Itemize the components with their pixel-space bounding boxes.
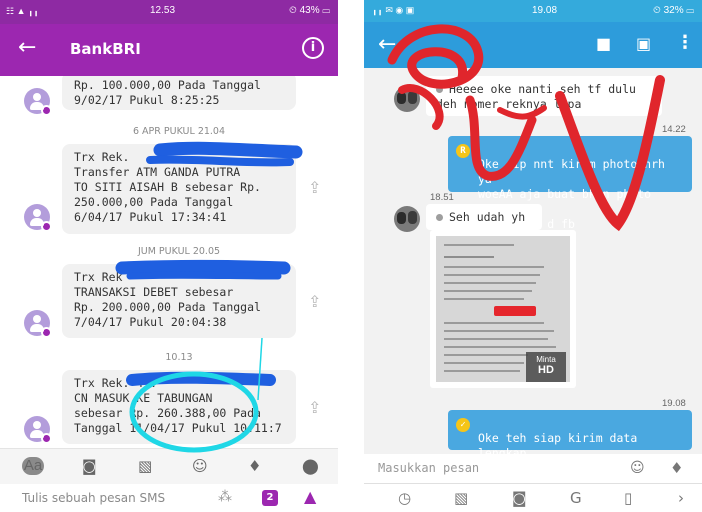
sms-badge-icon xyxy=(41,433,52,444)
message-input-bar: Masukkan pesan ☺ ♦ xyxy=(364,454,702,484)
contact-card-icon[interactable]: ▣ xyxy=(636,34,651,53)
emoji-add-icon[interactable]: ☺ xyxy=(630,460,645,476)
status-time: 19.08 xyxy=(532,5,558,16)
status-battery: ⏲ 32% ▭ xyxy=(653,5,694,16)
google-icon[interactable]: G xyxy=(570,489,582,507)
message-text: Heeee oke nanti seh tf dulu deh nomer re… xyxy=(436,82,636,111)
message-text: Oke teh siap kirim data lengkap nga yah xyxy=(478,431,638,454)
avatar[interactable] xyxy=(394,206,420,232)
app-bar: ← ■ ▣ ⋮ xyxy=(364,22,702,68)
status-bar: ╻╻ ✉ ◉ ▣ 19.08 ⏲ 32% ▭ xyxy=(364,0,702,22)
read-receipt-icon: R xyxy=(456,144,470,158)
more-menu-icon[interactable]: ⋮ xyxy=(676,32,694,53)
status-icons: ☷ ▲ ╻╻ xyxy=(6,6,39,16)
text-format-icon[interactable]: Aa xyxy=(22,457,44,475)
avatar[interactable] xyxy=(24,204,52,232)
message-timestamp: 6 APR PUKUL 21.04 xyxy=(132,126,226,137)
message-bubble[interactable]: Trx Rek TRANSAKSI DEBET sebesar Rp. 200.… xyxy=(62,264,296,338)
arrow-left-icon[interactable]: ← xyxy=(18,36,36,60)
image-icon[interactable]: ▧ xyxy=(138,457,152,475)
microphone-icon[interactable]: ♦ xyxy=(670,459,683,477)
message-timestamp: JUM PUKUL 20.05 xyxy=(137,246,221,257)
outgoing-message[interactable]: R Oke sip nnt kirim photo nrh ya woeAA aj… xyxy=(448,136,692,231)
sim-icon[interactable]: ⁂ xyxy=(218,489,232,505)
sim-select-button[interactable]: 2 xyxy=(262,490,278,506)
compose-bar: Tulis sebuah pesan SMS ⁂ 2 ▲ xyxy=(0,484,338,512)
sms-badge-icon xyxy=(41,221,52,232)
avatar[interactable] xyxy=(394,86,420,112)
like-icon[interactable]: ▲ xyxy=(304,487,316,506)
message-text: Seh udah yh xyxy=(449,210,526,224)
timer-icon[interactable]: ◷ xyxy=(398,489,411,507)
avatar[interactable] xyxy=(24,88,52,116)
status-battery: ⏲ 43% ▭ xyxy=(289,5,330,16)
status-bar: ☷ ▲ ╻╻ 12.53 ⏲ 43% ▭ xyxy=(0,0,338,24)
attachment-toolbar: ◷ ▧ ◙ G ▯ › xyxy=(364,484,702,512)
message-bubble[interactable]: Rp. 100.000,00 Pada Tanggal 9/02/17 Puku… xyxy=(62,76,296,110)
status-time: 12.53 xyxy=(150,5,176,16)
hd-caption: Minta xyxy=(536,355,556,364)
sms-badge-icon xyxy=(41,327,52,338)
camera-icon[interactable]: ◙ xyxy=(512,489,527,507)
message-timestamp: 10.13 xyxy=(165,352,193,363)
emoji-icon[interactable]: ☺ xyxy=(192,457,208,475)
receipt-image[interactable]: Minta HD xyxy=(430,230,576,388)
bbm-screen: ╻╻ ✉ ◉ ▣ 19.08 ⏲ 32% ▭ ← ■ ▣ ⋮ Heeee oke… xyxy=(364,0,702,512)
arrow-left-icon[interactable]: ← xyxy=(378,32,396,57)
message-list[interactable]: Rp. 100.000,00 Pada Tanggal 9/02/17 Puku… xyxy=(0,76,338,448)
message-input[interactable]: Masukkan pesan xyxy=(378,461,479,475)
hd-label: HD xyxy=(538,364,554,376)
sms-message-input[interactable]: Tulis sebuah pesan SMS xyxy=(22,491,165,505)
share-icon[interactable]: ⇪ xyxy=(308,398,326,417)
file-icon[interactable]: ▯ xyxy=(624,489,632,507)
location-icon[interactable]: ⬤ xyxy=(302,457,319,475)
sms-screen: ☷ ▲ ╻╻ 12.53 ⏲ 43% ▭ ← BankBRI i Rp. 100… xyxy=(0,0,338,512)
share-icon[interactable]: ⇪ xyxy=(308,292,326,311)
app-bar: ← BankBRI i xyxy=(0,24,338,76)
status-icons: ╻╻ ✉ ◉ ▣ xyxy=(372,5,415,15)
request-hd-button[interactable]: Minta HD xyxy=(526,352,566,382)
gallery-icon[interactable]: ▧ xyxy=(454,489,468,507)
sms-badge-icon xyxy=(41,105,52,116)
status-dot-icon xyxy=(436,214,443,221)
avatar[interactable] xyxy=(24,416,52,444)
chat-body[interactable]: Heeee oke nanti seh tf dulu deh nomer re… xyxy=(364,68,702,454)
attachment-bar: Aa ◙ ▧ ☺ ♦ ⬤ xyxy=(0,448,338,484)
info-icon[interactable]: i xyxy=(302,37,324,59)
message-timestamp: 14.22 xyxy=(662,124,686,135)
video-call-icon[interactable]: ■ xyxy=(596,34,611,53)
incoming-message[interactable]: Seh udah yh xyxy=(426,204,542,230)
redaction-mark xyxy=(494,306,536,316)
status-dot-icon xyxy=(436,86,443,93)
read-receipt-icon: ✓ xyxy=(456,418,470,432)
message-bubble[interactable]: Trx Rek. Transfer ATM GANDA PUTRA TO SIT… xyxy=(62,144,296,234)
chevron-right-icon[interactable]: › xyxy=(678,489,684,507)
conversation-title: BankBRI xyxy=(70,40,141,58)
message-timestamp: 18.51 xyxy=(430,192,454,203)
camera-icon[interactable]: ◙ xyxy=(82,457,97,475)
microphone-icon[interactable]: ♦ xyxy=(248,457,261,475)
message-bubble[interactable]: Trx Rek. 4 : CN MASUK KE TABUNGAN sebesa… xyxy=(62,370,296,444)
message-timestamp: 19.08 xyxy=(662,398,686,409)
incoming-message[interactable]: Heeee oke nanti seh tf dulu deh nomer re… xyxy=(426,76,662,116)
outgoing-message[interactable]: ✓ Oke teh siap kirim data lengkap nga yah xyxy=(448,410,692,454)
avatar[interactable] xyxy=(24,310,52,338)
share-icon[interactable]: ⇪ xyxy=(308,178,326,197)
